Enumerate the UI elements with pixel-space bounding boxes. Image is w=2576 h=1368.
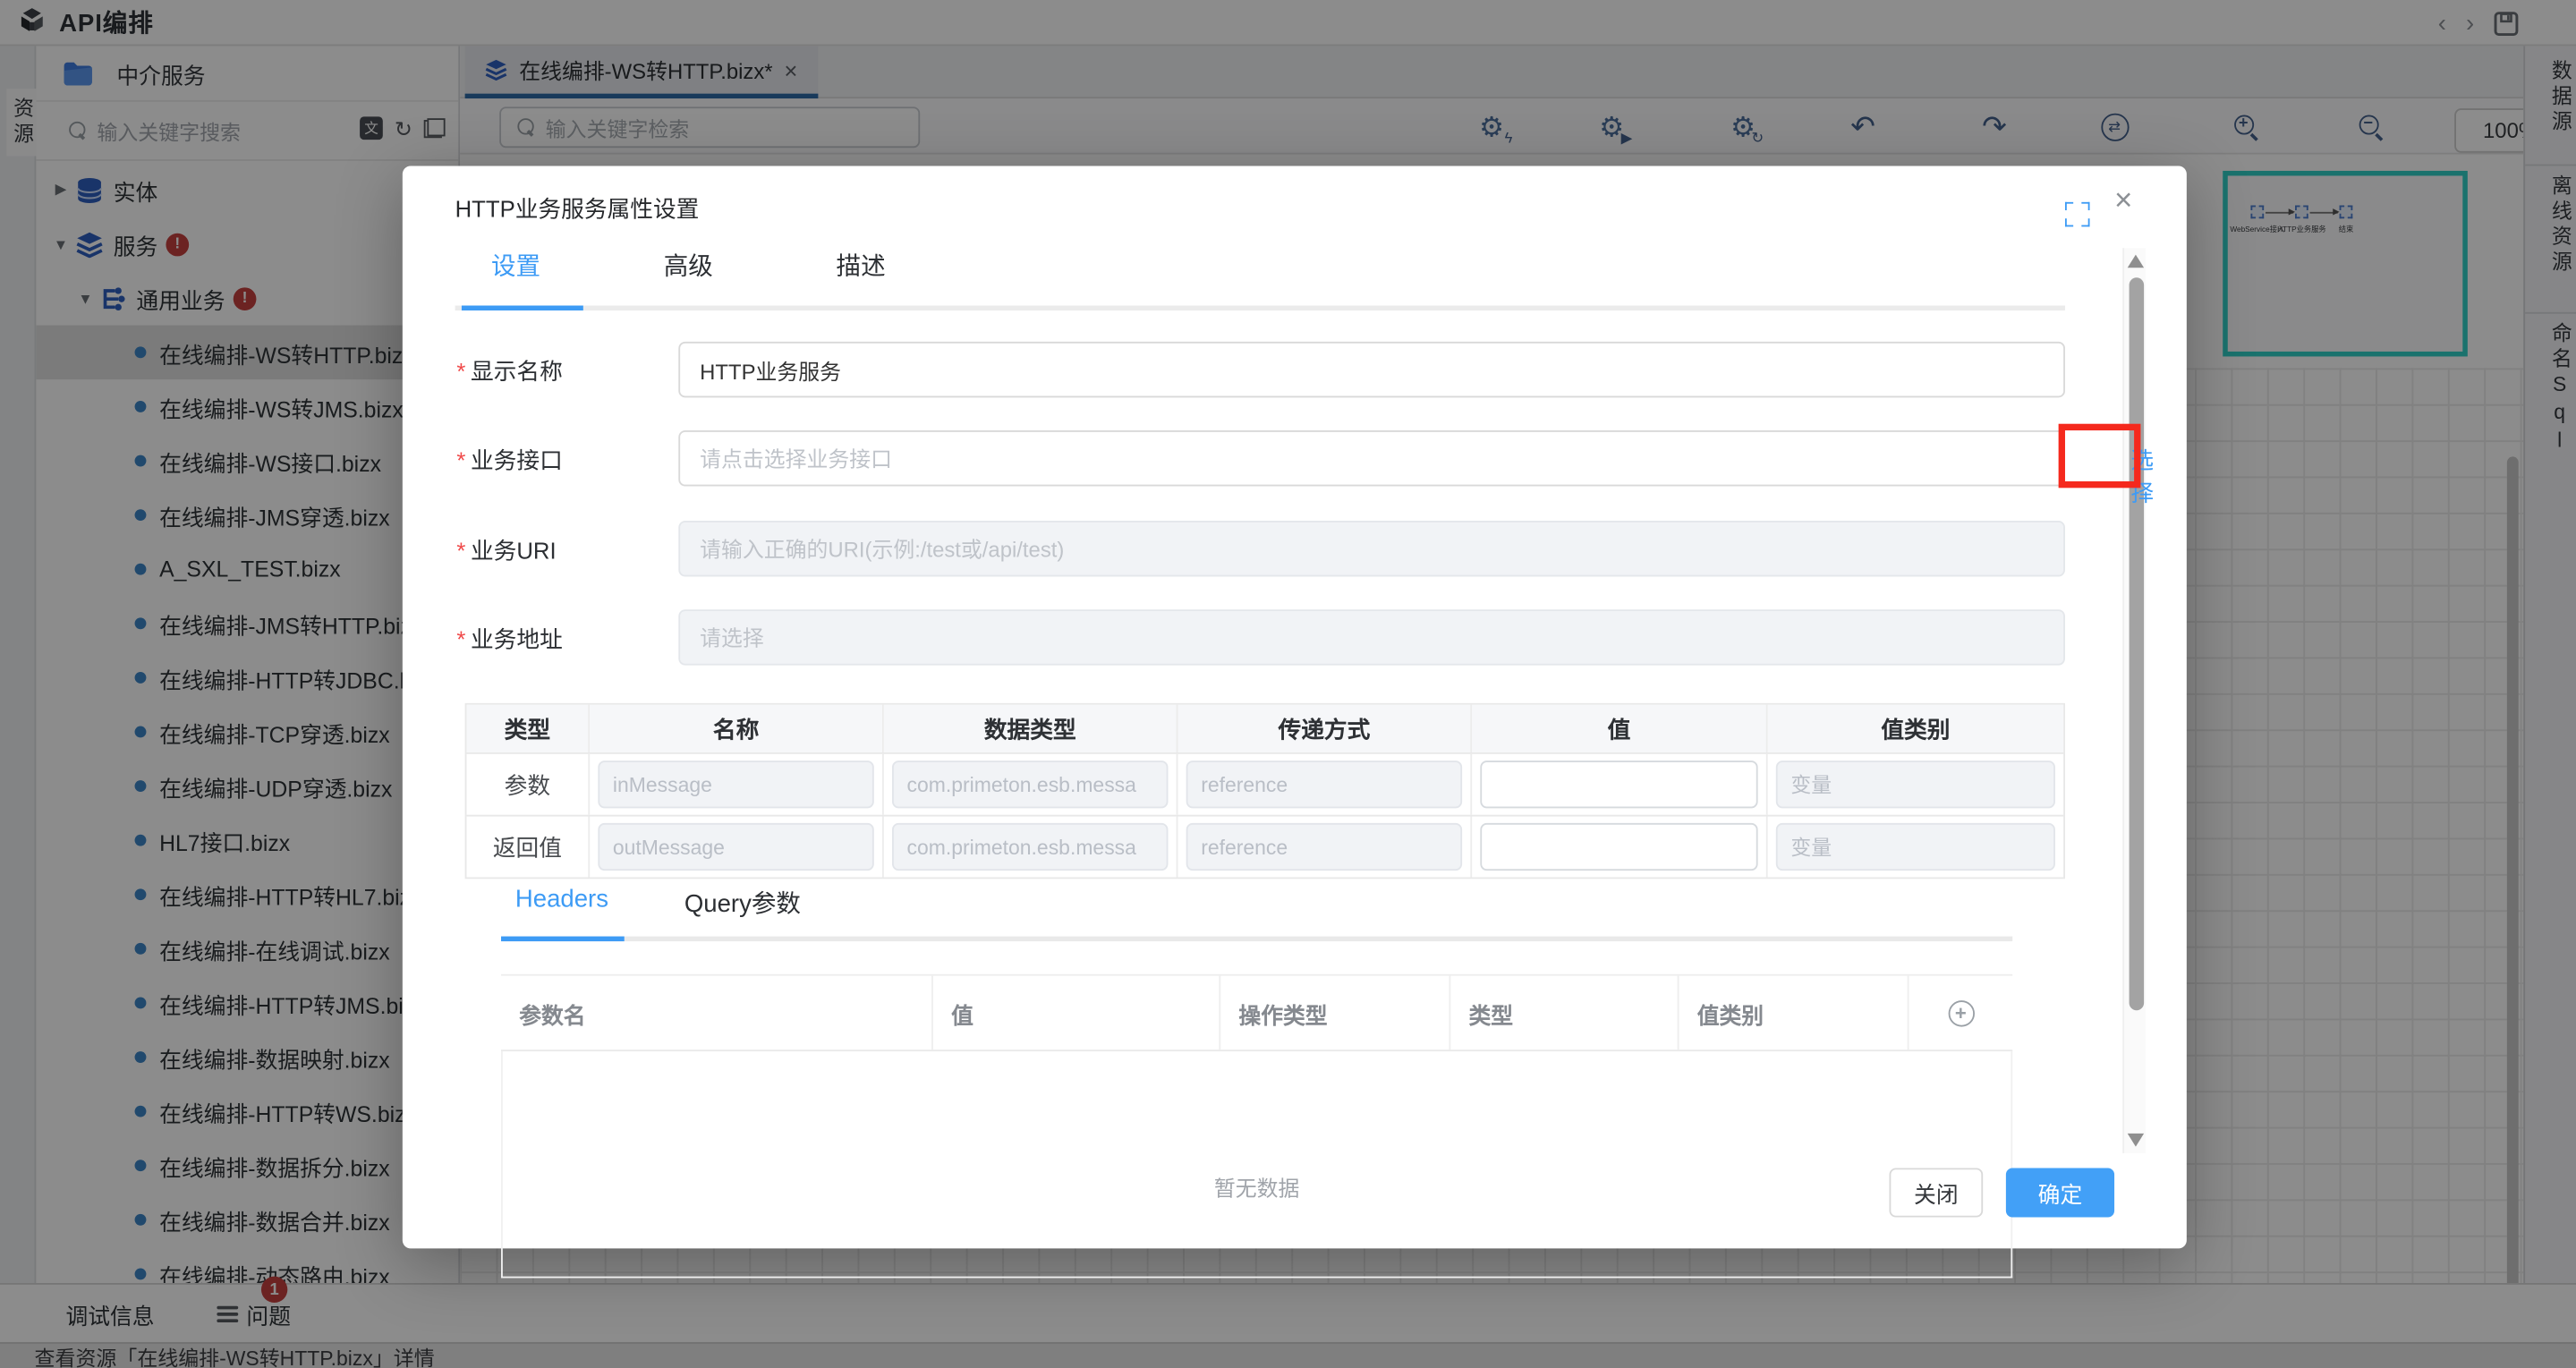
field-row-display-name: *显示名称 [456,342,2065,397]
service-address-input[interactable] [678,609,2065,665]
param-value-input[interactable] [1480,760,1757,808]
field-row-service-interface: *业务接口 选择 [456,430,2065,486]
active-subtab-underline [501,937,625,942]
param-category-input[interactable] [1776,760,2055,808]
field-label: *业务接口 [456,444,562,477]
required-asterisk: * [456,446,465,472]
empty-state-text: 暂无数据 [1214,1171,1300,1202]
add-row-icon[interactable]: + [1948,999,1974,1025]
active-tab-underline [462,306,583,311]
column-header: 值 [933,976,1220,1050]
field-row-service-address: *业务地址 [456,609,2065,665]
tab-query-params[interactable]: Query参数 [682,886,803,921]
display-name-input[interactable] [678,342,2065,397]
scrollbar-thumb[interactable] [2129,277,2144,1010]
close-button[interactable]: 关闭 [1890,1168,1984,1217]
ok-button[interactable]: 确定 [2006,1168,2114,1217]
add-row-column: + [1909,976,2013,1050]
row-type-label: 参数 [505,768,550,801]
tab-headers[interactable]: Headers [501,886,623,921]
service-interface-input[interactable] [678,430,2065,486]
maximize-icon[interactable] [2065,202,2090,227]
scroll-down-icon[interactable] [2128,1134,2144,1147]
headers-table-header: 参数名 值 操作类型 类型 值类别 + [501,974,2012,1051]
return-name-input[interactable] [598,823,873,871]
return-value-input[interactable] [1480,823,1757,871]
params-table: 类型 名称 数据类型 传递方式 值 值类别 参数 返回值 [465,703,2065,879]
field-label: *显示名称 [456,355,562,388]
param-datatype-input[interactable] [892,760,1168,808]
return-mode-input[interactable] [1186,823,1462,871]
annotation-highlight-box [2059,424,2141,489]
column-header: 名称 [590,705,884,752]
column-header: 值类别 [1768,705,2063,752]
headers-table-empty-body: 暂无数据 [501,1051,2012,1278]
scroll-up-icon[interactable] [2128,255,2144,268]
column-header: 数据类型 [884,705,1178,752]
field-label: *业务URI [456,534,556,567]
headers-table: 参数名 值 操作类型 类型 值类别 + 暂无数据 [501,974,2012,1279]
column-header: 值类别 [1679,976,1909,1050]
field-label: *业务地址 [456,623,562,656]
headers-query-tabs: Headers Query参数 [501,886,863,921]
param-mode-input[interactable] [1186,760,1462,808]
tab-settings[interactable]: 设置 [455,248,577,302]
column-header: 类型 [466,705,590,752]
column-header: 操作类型 [1220,976,1450,1050]
column-header: 参数名 [501,976,933,1050]
param-name-input[interactable] [598,760,873,808]
required-asterisk: * [456,626,465,652]
required-asterisk: * [456,537,465,563]
required-asterisk: * [456,358,465,384]
row-type-label: 返回值 [493,830,562,863]
dialog-tabs: 设置 高级 描述 [455,248,973,302]
column-header: 类型 [1450,976,1679,1050]
modal-scrollbar[interactable] [2122,248,2146,1153]
return-category-input[interactable] [1776,823,2055,871]
table-row: 返回值 [466,815,2063,878]
params-table-header: 类型 名称 数据类型 传递方式 值 值类别 [466,705,2063,752]
table-row: 参数 [466,752,2063,815]
app-root: API编排 ‹ › 资源 中介服务 输入关键字搜索 文 ↻ [0,0,2576,1368]
close-icon[interactable]: × [2114,185,2132,217]
column-header: 传递方式 [1177,705,1472,752]
tab-description[interactable]: 描述 [800,248,922,302]
dialog-title: HTTP业务服务属性设置 [455,192,700,225]
tab-advanced[interactable]: 高级 [627,248,749,302]
return-datatype-input[interactable] [892,823,1168,871]
service-uri-input[interactable] [678,521,2065,576]
field-row-service-uri: *业务URI [456,521,2065,576]
http-service-properties-dialog: HTTP业务服务属性设置 × 设置 高级 描述 *显示名称 *业务接口 选择 *… [403,166,2187,1248]
column-header: 值 [1472,705,1767,752]
subtab-underline-track [501,937,2012,942]
tab-underline-track [455,306,2065,311]
